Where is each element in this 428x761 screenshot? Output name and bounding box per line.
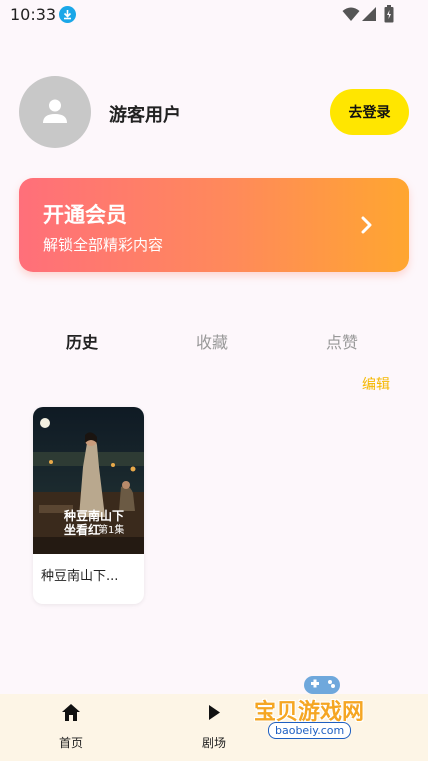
status-time: 10:33 [10,5,57,24]
watermark-logo: 宝贝游戏网 baobeiy.com [250,672,400,752]
login-button[interactable]: 去登录 [330,89,409,135]
home-icon [62,704,80,721]
nav-home[interactable]: 首页 [31,694,111,761]
download-icon [59,6,76,23]
nav-home-label: 首页 [58,736,83,750]
nav-theater-label: 剧场 [201,736,226,750]
cover-episode-label: 第1集 [98,525,125,536]
cover-logo-line2: 坐看红 [64,523,101,537]
chevron-right-icon [361,216,372,234]
history-card-title: 种豆南山下... [41,569,119,584]
vip-subtitle: 解锁全部精彩内容 [43,236,164,254]
watermark-url: baobeiy.com [268,722,352,739]
username: 游客用户 [109,105,181,126]
vip-banner[interactable]: 开通会员 解锁全部精彩内容 [19,178,409,272]
status-bar: 10:33 [0,0,428,30]
vip-title: 开通会员 [43,203,127,227]
tab-history[interactable]: 历史 [66,329,98,353]
tab-likes[interactable]: 点赞 [326,329,358,353]
wifi-icon [342,7,360,21]
history-card[interactable]: 种豆南山下 坐看红 第1集 种豆南山下... [33,407,144,604]
avatar[interactable] [19,76,91,148]
play-icon [209,705,220,720]
user-icon [43,99,67,123]
battery-icon [384,5,394,23]
tab-favorites[interactable]: 收藏 [196,329,228,353]
edit-button[interactable]: 编辑 [362,374,390,394]
nav-theater[interactable]: 剧场 [174,694,254,761]
signal-icon [362,7,376,21]
